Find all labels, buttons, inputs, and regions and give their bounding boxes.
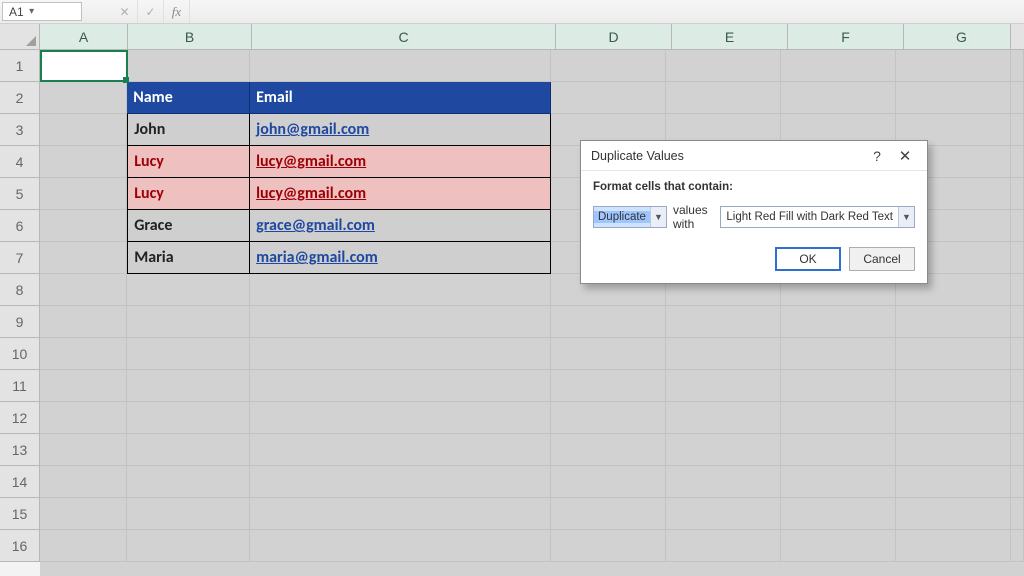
formula-input[interactable] (194, 2, 1020, 21)
dialog-title: Duplicate Values (591, 149, 863, 163)
email-link[interactable]: maria@gmail.com (256, 248, 378, 267)
worksheet-grid: A B C D E F G 1 2 3 4 5 6 7 8 9 10 11 12… (0, 24, 1024, 576)
column-header-A[interactable]: A (40, 24, 128, 50)
row-header-9[interactable]: 9 (0, 306, 40, 338)
row-header-7[interactable]: 7 (0, 242, 40, 274)
row-header-14[interactable]: 14 (0, 466, 40, 498)
row-header-5[interactable]: 5 (0, 178, 40, 210)
cell-B1[interactable] (127, 50, 250, 82)
name-box-dropdown-icon[interactable]: ▾ (24, 6, 40, 17)
name-box[interactable]: A1 ▾ (2, 2, 82, 21)
column-header-F[interactable]: F (788, 24, 904, 50)
formula-accept-icon: ✓ (138, 0, 164, 23)
cell-F1[interactable] (781, 50, 896, 82)
format-style-value: Light Red Fill with Dark Red Text (721, 211, 898, 223)
chevron-down-icon: ▼ (898, 207, 914, 227)
row-header-1[interactable]: 1 (0, 50, 40, 82)
formula-bar: A1 ▾ ✕ ✓ fx (0, 0, 1024, 24)
cell-C1[interactable] (250, 50, 551, 82)
row-header-12[interactable]: 12 (0, 402, 40, 434)
cells-area[interactable]: Name Email John john@gmail.com Lucy lucy… (40, 50, 1024, 576)
row-header-6[interactable]: 6 (0, 210, 40, 242)
column-header-G[interactable]: G (904, 24, 1020, 50)
cell-C2[interactable]: Email (250, 82, 551, 114)
duplicate-type-dropdown[interactable]: Duplicate ▼ (593, 206, 667, 228)
cell-B2[interactable]: Name (127, 82, 250, 114)
cell-C3[interactable]: john@gmail.com (250, 114, 551, 146)
row-headers: 1 2 3 4 5 6 7 8 9 10 11 12 13 14 15 16 (0, 50, 40, 562)
row-header-10[interactable]: 10 (0, 338, 40, 370)
row-header-3[interactable]: 3 (0, 114, 40, 146)
format-style-dropdown[interactable]: Light Red Fill with Dark Red Text ▼ (720, 206, 915, 228)
cell-E1[interactable] (666, 50, 781, 82)
column-header-C[interactable]: C (252, 24, 556, 50)
ok-button[interactable]: OK (775, 247, 841, 271)
email-link[interactable]: john@gmail.com (256, 120, 369, 139)
cell-A1[interactable] (40, 50, 127, 82)
row-header-8[interactable]: 8 (0, 274, 40, 306)
cell-C7[interactable]: maria@gmail.com (250, 242, 551, 274)
cell-C4[interactable]: lucy@gmail.com (250, 146, 551, 178)
cell-B3[interactable]: John (127, 114, 250, 146)
select-all-triangle[interactable] (0, 24, 40, 50)
excel-window: { "name_box": "A1", "fx_label": "fx", "c… (0, 0, 1024, 576)
duplicate-values-dialog: Duplicate Values ? ✕ Format cells that c… (580, 140, 928, 284)
email-link[interactable]: lucy@gmail.com (256, 184, 366, 203)
cell-B5[interactable]: Lucy (127, 178, 250, 210)
row-header-4[interactable]: 4 (0, 146, 40, 178)
column-header-E[interactable]: E (672, 24, 788, 50)
column-header-B[interactable]: B (128, 24, 252, 50)
fx-icon[interactable]: fx (164, 0, 190, 23)
cell-A2[interactable] (40, 82, 127, 114)
cell-G1[interactable] (896, 50, 1011, 82)
formula-cancel-icon: ✕ (112, 0, 138, 23)
dialog-label: Format cells that contain: (593, 181, 915, 193)
row-header-15[interactable]: 15 (0, 498, 40, 530)
duplicate-type-value: Duplicate (594, 211, 650, 223)
cell-C6[interactable]: grace@gmail.com (250, 210, 551, 242)
chevron-down-icon: ▼ (650, 207, 666, 227)
cancel-button[interactable]: Cancel (849, 247, 915, 271)
cell-C5[interactable]: lucy@gmail.com (250, 178, 551, 210)
values-with-text: values with (673, 203, 714, 231)
cell-B7[interactable]: Maria (127, 242, 250, 274)
dialog-close-button[interactable]: ✕ (891, 145, 919, 167)
row-header-2[interactable]: 2 (0, 82, 40, 114)
email-link[interactable]: lucy@gmail.com (256, 152, 366, 171)
name-box-value: A1 (9, 5, 24, 19)
row-header-16[interactable]: 16 (0, 530, 40, 562)
column-headers: A B C D E F G (40, 24, 1020, 50)
row-header-11[interactable]: 11 (0, 370, 40, 402)
email-link[interactable]: grace@gmail.com (256, 216, 375, 235)
cell-B6[interactable]: Grace (127, 210, 250, 242)
column-header-edge (1010, 24, 1024, 50)
cell-B4[interactable]: Lucy (127, 146, 250, 178)
dialog-title-bar[interactable]: Duplicate Values ? ✕ (581, 141, 927, 171)
cell-D1[interactable] (551, 50, 666, 82)
row-header-13[interactable]: 13 (0, 434, 40, 466)
column-header-D[interactable]: D (556, 24, 672, 50)
dialog-help-button[interactable]: ? (863, 145, 891, 167)
